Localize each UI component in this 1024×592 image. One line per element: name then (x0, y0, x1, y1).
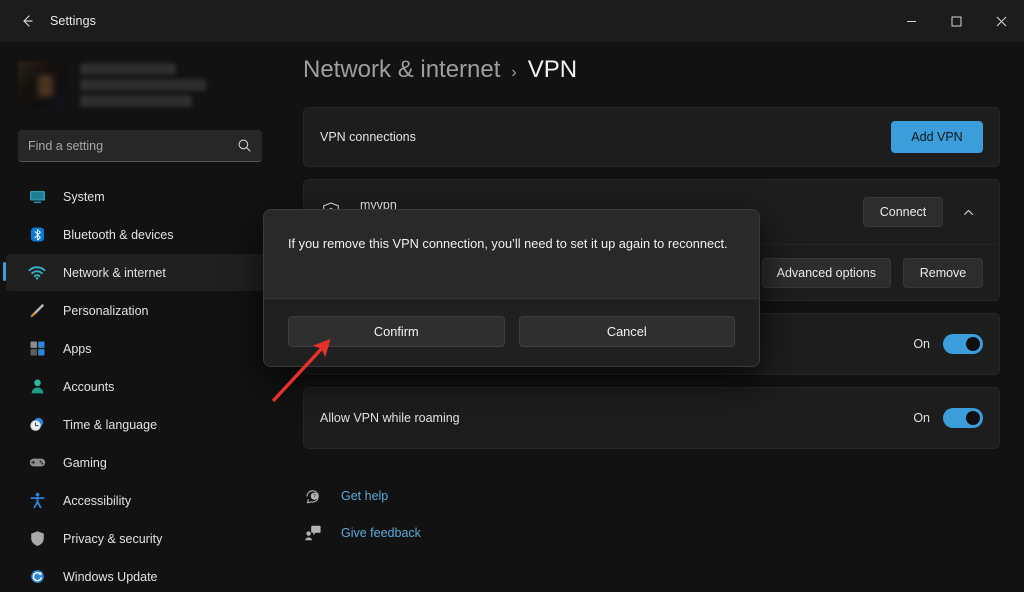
monitor-icon (28, 188, 46, 206)
wifi-icon (28, 264, 46, 282)
arrow-left-icon (23, 15, 33, 27)
page-title: VPN (527, 56, 578, 83)
sidebar-item-label: Personalization (63, 303, 149, 318)
sidebar-item-label: Bluetooth & devices (63, 227, 174, 242)
sidebar-item-privacy-security[interactable]: Privacy & security (6, 520, 282, 557)
shield-icon (28, 530, 46, 548)
breadcrumb: Network & internet › VPN (290, 42, 1024, 84)
toggle-switch[interactable] (943, 408, 983, 428)
breadcrumb-parent[interactable]: Network & internet (303, 56, 500, 84)
sidebar: System Bluetooth & devices (0, 42, 290, 592)
gamepad-icon (28, 454, 46, 472)
get-help-icon: ? (303, 486, 323, 506)
give-feedback-link[interactable]: Give feedback (303, 518, 1024, 548)
bluetooth-icon (28, 226, 46, 244)
user-profile[interactable] (0, 50, 290, 112)
clock-icon (28, 416, 46, 434)
svg-text:?: ? (313, 494, 316, 500)
sidebar-item-network-internet[interactable]: Network & internet (3, 254, 282, 291)
sidebar-item-gaming[interactable]: Gaming (6, 444, 282, 481)
toggle-state: On (913, 337, 930, 351)
back-button[interactable] (10, 6, 44, 36)
sidebar-item-time-language[interactable]: Time & language (6, 406, 282, 443)
sidebar-item-accessibility[interactable]: Accessibility (6, 482, 282, 519)
toggle-switch[interactable] (943, 334, 983, 354)
chevron-up-icon[interactable] (953, 197, 983, 227)
sidebar-item-label: Windows Update (63, 569, 158, 584)
dialog-body: If you remove this VPN connection, you’l… (264, 210, 759, 298)
sidebar-item-apps[interactable]: Apps (6, 330, 282, 367)
sidebar-item-label: Time & language (63, 417, 158, 432)
close-button[interactable] (979, 0, 1024, 42)
cancel-button[interactable]: Cancel (518, 315, 735, 347)
avatar (18, 61, 66, 109)
add-vpn-button[interactable]: Add VPN (891, 121, 983, 153)
sidebar-item-bluetooth-devices[interactable]: Bluetooth & devices (6, 216, 282, 253)
sidebar-item-label: Apps (63, 341, 92, 356)
profile-name-blurred (80, 63, 176, 75)
sidebar-item-label: Network & internet (63, 265, 166, 280)
sidebar-item-personalization[interactable]: Personalization (6, 292, 282, 329)
dialog-message: If you remove this VPN connection, you’l… (288, 236, 728, 251)
give-feedback-label: Give feedback (341, 526, 421, 540)
sidebar-item-windows-update[interactable]: Windows Update (6, 558, 282, 592)
search-icon (237, 138, 252, 153)
sidebar-item-system[interactable]: System (6, 178, 282, 215)
maximize-button[interactable] (934, 0, 979, 42)
apps-grid-icon (28, 340, 46, 358)
minimize-icon (907, 20, 916, 22)
close-icon (996, 16, 1007, 26)
allow-vpn-while-roaming-row: Allow VPN while roaming On (303, 387, 1000, 449)
sidebar-nav: System Bluetooth & devices Network & int… (0, 178, 290, 592)
settings-window: Settings Find a setting System Bluetooth… (0, 0, 1024, 592)
refresh-icon (28, 568, 46, 586)
accessibility-icon (28, 492, 46, 510)
sidebar-item-label: Accessibility (63, 493, 132, 508)
titlebar: Settings (0, 0, 1024, 42)
confirm-button[interactable]: Confirm (288, 315, 505, 347)
sidebar-item-label: System (63, 189, 105, 204)
sidebar-item-label: Accounts (63, 379, 115, 394)
vpn-connections-label: VPN connections (320, 130, 416, 144)
vpn-connections-card: VPN connections Add VPN (303, 107, 1000, 167)
toggle-label: Allow VPN while roaming (320, 411, 460, 425)
person-icon (28, 378, 46, 396)
profile-text (80, 63, 206, 107)
app-title: Settings (50, 14, 96, 28)
breadcrumb-separator-icon: › (511, 64, 517, 81)
sidebar-item-label: Privacy & security (63, 531, 163, 546)
paintbrush-icon (28, 302, 46, 320)
connect-button[interactable]: Connect (863, 197, 943, 227)
profile-extra-blurred (80, 95, 192, 107)
profile-email-blurred (80, 79, 206, 91)
get-help-link[interactable]: ? Get help (303, 481, 1024, 511)
search-box[interactable] (18, 130, 262, 162)
advanced-options-button[interactable]: Advanced options (761, 257, 891, 288)
sidebar-item-accounts[interactable]: Accounts (6, 368, 282, 405)
sidebar-item-label: Gaming (63, 455, 107, 470)
window-controls (889, 0, 1024, 42)
help-links: ? Get help Give feedback (303, 481, 1024, 548)
minimize-button[interactable] (889, 0, 934, 42)
remove-button[interactable]: Remove (903, 257, 983, 288)
search-input[interactable] (28, 138, 237, 153)
dialog-footer: Confirm Cancel (264, 297, 759, 366)
give-feedback-icon (303, 523, 323, 543)
toggle-state: On (913, 411, 930, 425)
get-help-label: Get help (341, 489, 389, 503)
maximize-icon (951, 16, 962, 26)
remove-vpn-confirmation-dialog: If you remove this VPN connection, you’l… (263, 209, 760, 367)
